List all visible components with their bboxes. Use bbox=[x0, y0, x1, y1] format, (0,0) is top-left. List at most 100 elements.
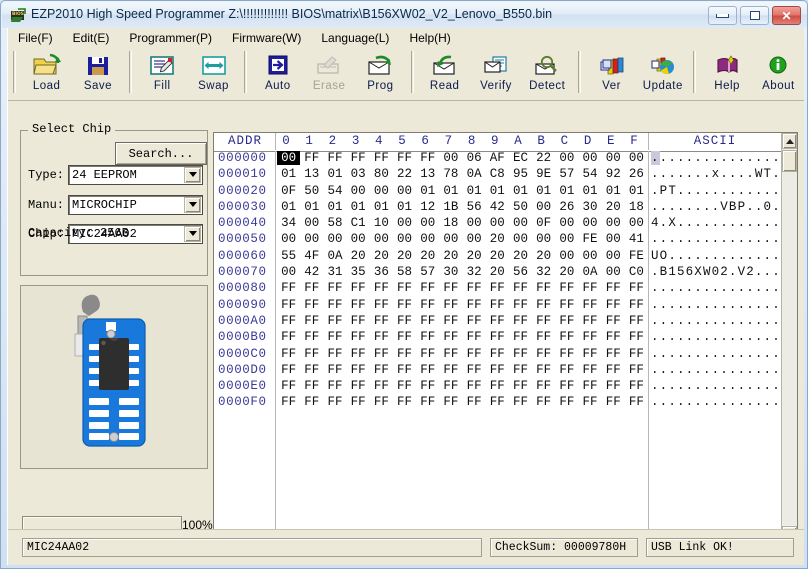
hex-row-ascii[interactable]: ................ bbox=[651, 363, 782, 377]
hex-row-ascii[interactable]: ........VBP..0.. bbox=[651, 200, 782, 214]
hex-byte-cell[interactable]: FF bbox=[347, 363, 370, 377]
hex-byte-cell[interactable]: FF bbox=[416, 347, 439, 361]
hex-byte-cell[interactable]: 00 bbox=[416, 216, 439, 230]
hex-row[interactable]: 000020 0F 50 54 00 00 00 01 01 01 01 01 01 01 01 01 01 .P… bbox=[214, 184, 782, 200]
hex-byte-cell[interactable]: 00 bbox=[300, 216, 323, 230]
hex-byte-cell[interactable]: FF bbox=[463, 395, 486, 409]
hex-byte-cell[interactable]: FF bbox=[532, 298, 555, 312]
hex-row-bytes[interactable]: 34 00 58 C1 10 00 00 18 00 00 00 0F 00 00 00 00 bbox=[277, 216, 648, 230]
hex-byte-cell[interactable]: FF bbox=[602, 298, 625, 312]
hex-byte-cell[interactable]: 00 bbox=[578, 249, 601, 263]
hex-byte-cell[interactable]: FF bbox=[486, 298, 509, 312]
hex-byte-cell[interactable]: 00 bbox=[393, 184, 416, 198]
hex-byte-cell[interactable]: 50 bbox=[300, 184, 323, 198]
minimize-button[interactable] bbox=[708, 6, 737, 25]
hex-byte-cell[interactable]: 00 bbox=[277, 265, 300, 279]
hex-byte-cell[interactable]: FF bbox=[463, 314, 486, 328]
hex-byte-cell[interactable]: 31 bbox=[323, 265, 346, 279]
hex-editor[interactable]: ADDR ASCII 0123456789ABCDEF 000000 00 FF FF… bbox=[213, 132, 798, 543]
hex-row-ascii[interactable]: ................ bbox=[651, 330, 782, 344]
hex-row-bytes[interactable]: 01 01 01 01 01 01 12 1B 56 42 50 00 26 30 20 18 bbox=[277, 200, 648, 214]
hex-byte-cell[interactable]: 35 bbox=[347, 265, 370, 279]
hex-row[interactable]: 000060 55 4F 0A 20 20 20 20 20 20 20 20 20 00 00 00 FE UO… bbox=[214, 249, 782, 265]
hex-byte-cell[interactable]: 42 bbox=[486, 200, 509, 214]
hex-byte-cell[interactable]: FF bbox=[370, 347, 393, 361]
hex-row-ascii[interactable]: ................ bbox=[651, 298, 782, 312]
hex-byte-cell[interactable]: FF bbox=[555, 314, 578, 328]
hex-byte-cell[interactable]: FF bbox=[602, 347, 625, 361]
hex-byte-cell[interactable]: FE bbox=[578, 232, 601, 246]
hex-byte-cell[interactable]: FF bbox=[486, 395, 509, 409]
hex-byte-cell[interactable]: FF bbox=[277, 395, 300, 409]
hex-byte-cell[interactable]: 13 bbox=[300, 167, 323, 181]
hex-row-bytes[interactable]: FF FF FF FF FF FF FF FF FF FF FF FF FF FF FF FF bbox=[277, 281, 648, 295]
hex-byte-cell[interactable]: 20 bbox=[393, 249, 416, 263]
hex-byte-cell[interactable]: FF bbox=[277, 363, 300, 377]
hex-byte-cell[interactable]: 20 bbox=[532, 249, 555, 263]
hex-byte-cell[interactable]: FF bbox=[532, 347, 555, 361]
hex-row[interactable]: 0000E0 FF FF FF FF FF FF FF FF FF FF FF FF FF FF FF FF..… bbox=[214, 379, 782, 395]
hex-byte-cell[interactable]: FF bbox=[277, 281, 300, 295]
hex-row-bytes[interactable]: FF FF FF FF FF FF FF FF FF FF FF FF FF FF FF FF bbox=[277, 330, 648, 344]
hex-byte-cell[interactable]: FF bbox=[463, 298, 486, 312]
hex-byte-cell[interactable]: FF bbox=[555, 363, 578, 377]
hex-byte-cell[interactable]: 20 bbox=[486, 265, 509, 279]
hex-byte-cell[interactable]: C1 bbox=[347, 216, 370, 230]
hex-row-ascii[interactable]: ...............A bbox=[651, 232, 782, 246]
hex-byte-cell[interactable]: FF bbox=[393, 379, 416, 393]
toolbar-button-fill[interactable]: Fill bbox=[137, 50, 188, 98]
hex-byte-cell[interactable]: FF bbox=[509, 330, 532, 344]
hex-byte-cell[interactable]: 30 bbox=[578, 200, 601, 214]
hex-byte-cell[interactable]: 00 bbox=[486, 216, 509, 230]
hex-byte-cell[interactable]: 57 bbox=[555, 167, 578, 181]
hex-byte-cell[interactable]: FF bbox=[625, 379, 648, 393]
hex-byte-cell[interactable]: FF bbox=[347, 281, 370, 295]
toolbar-button-detect[interactable]: Detect bbox=[522, 50, 573, 98]
hex-byte-cell[interactable]: 34 bbox=[277, 216, 300, 230]
hex-byte-cell[interactable]: FF bbox=[277, 347, 300, 361]
hex-byte-cell[interactable]: 20 bbox=[439, 249, 462, 263]
hex-row[interactable]: 000010 01 13 01 03 80 22 13 78 0A C8 95 9E 57 54 92 26..… bbox=[214, 167, 782, 183]
hex-byte-cell[interactable]: FF bbox=[486, 379, 509, 393]
hex-byte-cell[interactable]: FF bbox=[625, 363, 648, 377]
scrollbar-thumb[interactable] bbox=[782, 150, 797, 172]
hex-row-ascii[interactable]: ................ bbox=[651, 314, 782, 328]
hex-row[interactable]: 000080 FF FF FF FF FF FF FF FF FF FF FF FF FF FF FF FF..… bbox=[214, 281, 782, 297]
hex-byte-cell[interactable]: FF bbox=[323, 330, 346, 344]
hex-byte-cell[interactable]: FF bbox=[602, 281, 625, 295]
menu-edit[interactable]: Edit(E) bbox=[63, 29, 120, 47]
hex-byte-cell[interactable]: FF bbox=[347, 151, 370, 165]
hex-byte-cell[interactable]: 0F bbox=[532, 216, 555, 230]
hex-byte-cell[interactable]: 01 bbox=[532, 184, 555, 198]
hex-byte-cell[interactable]: EC bbox=[509, 151, 532, 165]
hex-byte-cell[interactable]: 55 bbox=[277, 249, 300, 263]
hex-byte-cell[interactable]: 58 bbox=[323, 216, 346, 230]
hex-row-bytes[interactable]: 55 4F 0A 20 20 20 20 20 20 20 20 20 00 00 00 FE bbox=[277, 249, 648, 263]
toolbar-button-swap[interactable]: Swap bbox=[188, 50, 239, 98]
hex-byte-cell[interactable]: 00 bbox=[323, 232, 346, 246]
hex-row-bytes[interactable]: FF FF FF FF FF FF FF FF FF FF FF FF FF FF FF FF bbox=[277, 395, 648, 409]
hex-byte-cell[interactable]: 22 bbox=[532, 151, 555, 165]
hex-row[interactable]: 0000F0 FF FF FF FF FF FF FF FF FF FF FF FF FF FF FF FF..… bbox=[214, 395, 782, 411]
hex-byte-cell[interactable]: 06 bbox=[463, 151, 486, 165]
hex-byte-cell[interactable]: FF bbox=[323, 298, 346, 312]
hex-byte-cell[interactable]: 56 bbox=[509, 265, 532, 279]
toolbar-button-save[interactable]: Save bbox=[72, 50, 123, 98]
hex-byte-cell[interactable]: FF bbox=[486, 314, 509, 328]
hex-row-ascii[interactable]: UO.............. bbox=[651, 249, 782, 263]
hex-byte-cell[interactable]: 54 bbox=[323, 184, 346, 198]
hex-byte-cell[interactable]: FF bbox=[509, 395, 532, 409]
hex-byte-cell[interactable]: FF bbox=[602, 363, 625, 377]
hex-byte-cell[interactable]: 01 bbox=[578, 184, 601, 198]
hex-byte-cell[interactable]: 00 bbox=[347, 232, 370, 246]
hex-row[interactable]: 000040 34 00 58 C1 10 00 00 18 00 00 00 0F 00 00 00 00 4.… bbox=[214, 216, 782, 232]
close-button[interactable]: ✕ bbox=[772, 6, 801, 25]
hex-byte-cell[interactable]: 00 bbox=[463, 232, 486, 246]
hex-byte-cell[interactable]: 00 bbox=[277, 151, 301, 165]
hex-byte-cell[interactable]: FF bbox=[300, 379, 323, 393]
hex-byte-cell[interactable]: FF bbox=[393, 395, 416, 409]
hex-byte-cell[interactable]: 0A bbox=[578, 265, 601, 279]
type-combo[interactable]: 24 EEPROM bbox=[68, 164, 203, 185]
search-button[interactable]: Search... bbox=[115, 142, 207, 165]
hex-byte-cell[interactable]: 00 bbox=[370, 184, 393, 198]
